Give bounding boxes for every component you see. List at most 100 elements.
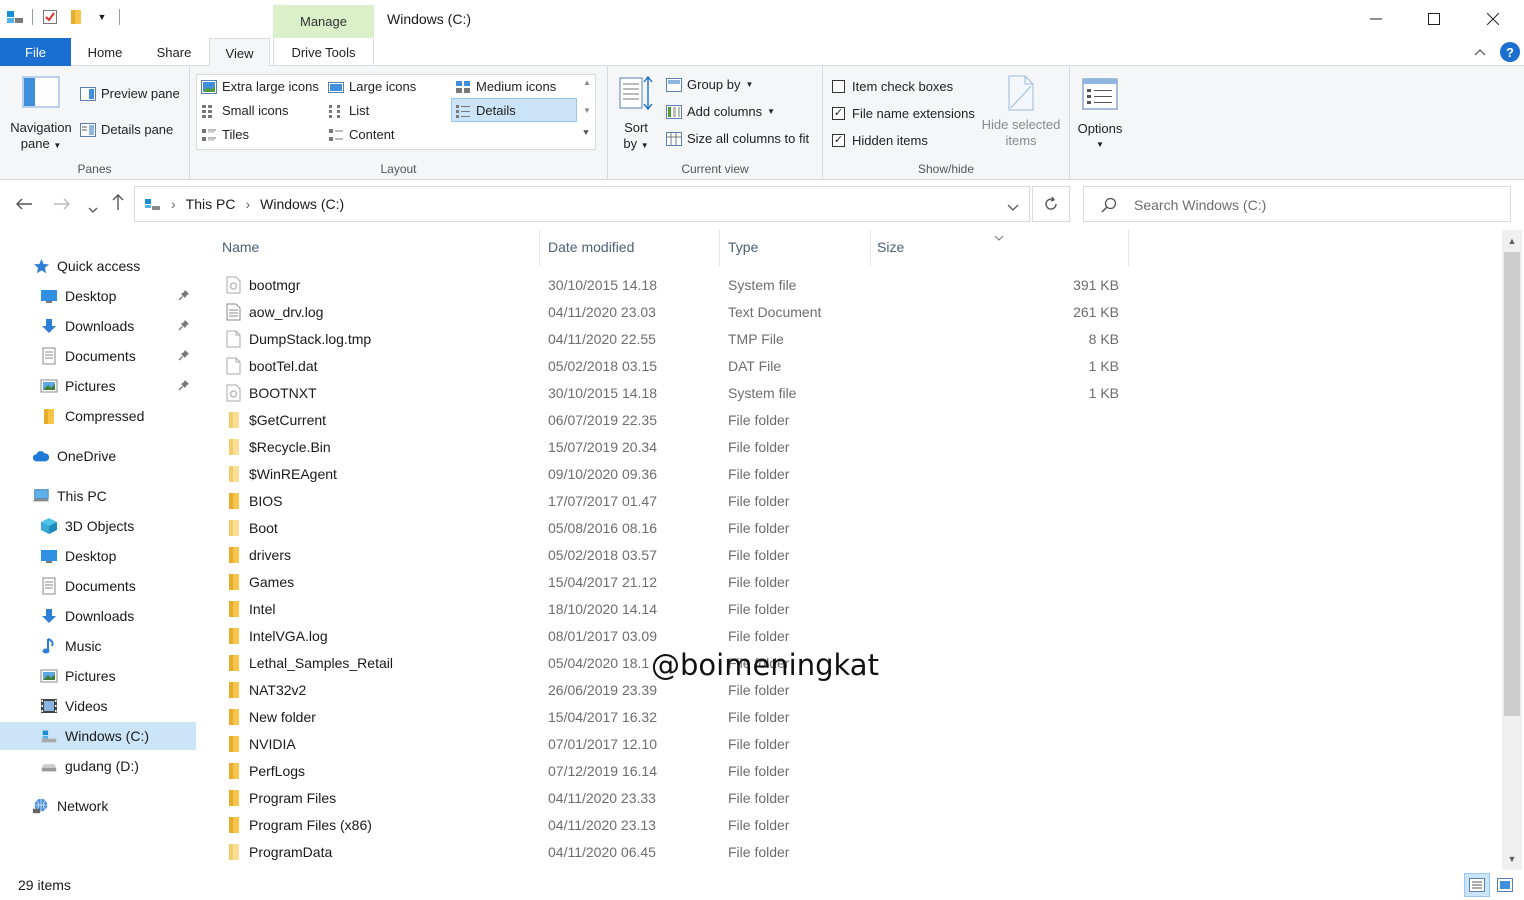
table-row[interactable]: Program Files 04/11/2020 23.33 File folder [222,785,1128,812]
layout-details[interactable]: Details [455,103,516,118]
table-row[interactable]: $WinREAgent 09/10/2020 09.36 File folder [222,461,1128,488]
size-all-columns-button[interactable]: Size all columns to fit [666,131,809,146]
column-header-type[interactable]: Type [728,239,758,259]
table-row[interactable]: drivers 05/02/2018 03.57 File folder [222,542,1128,569]
scroll-up-arrow-icon[interactable]: ▲ [1502,232,1522,250]
layout-small-icons[interactable]: Small icons [201,103,288,118]
customize-toolbar-chevron-icon[interactable]: ▼ [93,8,111,26]
details-view-button[interactable] [1464,873,1490,897]
table-row[interactable]: DumpStack.log.tmp 04/11/2020 22.55 TMP Fil… [222,326,1128,353]
sidebar-item-pictures[interactable]: Pictures [0,662,196,690]
column-divider[interactable] [719,230,720,266]
table-row[interactable]: aow_drv.log 04/11/2020 23.03 Text Document… [222,299,1128,326]
table-row[interactable]: BOOTNXT 30/10/2015 14.18 System file 1 KB [222,380,1128,407]
column-divider[interactable] [1128,230,1129,266]
layout-large-icons[interactable]: Large icons [328,79,416,94]
address-dropdown-button[interactable] [1007,200,1019,215]
up-button[interactable] [111,193,125,216]
column-divider[interactable] [870,230,871,266]
preview-pane-button[interactable]: Preview pane [80,86,180,101]
add-columns-button[interactable]: Add columns ▼ [666,104,775,119]
sidebar-item-downloads[interactable]: Downloads [0,312,196,340]
layout-tiles[interactable]: Tiles [201,127,249,142]
address-bar[interactable]: › This PC › Windows (C:) [134,186,1030,222]
sidebar-item-pictures[interactable]: Pictures [0,372,196,400]
tab-home[interactable]: Home [71,38,139,66]
table-row[interactable]: $Recycle.Bin 15/07/2019 20.34 File folder [222,434,1128,461]
group-by-button[interactable]: Group by ▼ [666,77,753,92]
collapse-ribbon-button[interactable] [1474,44,1486,59]
forward-button[interactable] [53,195,71,216]
sidebar-item-music[interactable]: Music [0,632,196,660]
breadcrumb-windows-c[interactable]: Windows (C:) [260,196,344,212]
table-row[interactable]: NVIDIA 07/01/2017 12.10 File folder [222,731,1128,758]
table-row[interactable]: Program Files (x86) 04/11/2020 23.13 File … [222,812,1128,839]
column-header-size[interactable]: Size [877,239,904,259]
layout-extra-large-icons[interactable]: Extra large icons [201,79,319,94]
new-folder-icon[interactable] [67,8,85,26]
tab-manage[interactable]: Manage [273,5,374,38]
back-button[interactable] [15,195,33,216]
column-header-name[interactable]: Name [222,239,259,259]
close-button[interactable] [1464,0,1522,38]
table-row[interactable]: IntelVGA.log 08/01/2017 03.09 File folder [222,623,1128,650]
sidebar-item-desktop[interactable]: Desktop [0,542,196,570]
table-row[interactable]: PerfLogs 07/12/2019 16.14 File folder [222,758,1128,785]
table-row[interactable]: Boot 05/08/2016 08.16 File folder [222,515,1128,542]
table-row[interactable]: bootmgr 30/10/2015 14.18 System file 391 KB [222,272,1128,299]
sidebar-item-quick-access[interactable]: Quick access [0,252,196,280]
file-name-extensions-checkbox[interactable]: ✓ [832,107,845,120]
layout-scroll-down-icon[interactable]: ▼ [583,106,591,115]
table-row[interactable]: bootTel.dat 05/02/2018 03.15 DAT File 1 KB [222,353,1128,380]
table-row[interactable]: ProgramData 04/11/2020 06.45 File folder [222,839,1128,866]
table-row[interactable]: $GetCurrent 06/07/2019 22.35 File folder [222,407,1128,434]
sidebar-item-onedrive[interactable]: OneDrive [0,442,196,470]
minimize-button[interactable] [1347,0,1405,38]
hide-selected-items-button[interactable]: Hide selected items [977,74,1065,149]
scrollbar-thumb[interactable] [1504,252,1520,716]
item-check-boxes-toggle[interactable]: Item check boxes [832,79,953,94]
help-button[interactable]: ? [1500,42,1520,62]
sidebar-item-windows-c[interactable]: Windows (C:) [0,722,196,750]
item-check-boxes-checkbox[interactable] [832,80,845,93]
file-name-extensions-toggle[interactable]: ✓ File name extensions [832,106,975,121]
column-header-date[interactable]: Date modified [548,239,634,259]
sort-by-button[interactable]: Sort by ▼ [616,74,656,154]
large-icons-view-button[interactable] [1492,873,1518,897]
layout-scroll-up-icon[interactable]: ▲ [583,78,591,87]
recent-locations-button[interactable] [88,198,98,219]
column-divider[interactable] [539,230,540,266]
navigation-pane-button[interactable]: Navigation pane ▼ [6,76,76,154]
layout-content[interactable]: Content [328,127,395,142]
sidebar-item-desktop[interactable]: Desktop [0,282,196,310]
sidebar-item-network[interactable]: Network [0,792,196,820]
sidebar-item-this-pc[interactable]: This PC [0,482,196,510]
tab-view[interactable]: View [209,38,270,67]
vertical-scrollbar[interactable]: ▲ ▼ [1502,230,1522,870]
sidebar-item-3d-objects[interactable]: 3D Objects [0,512,196,540]
layout-expand-icon[interactable]: ⯆ [582,128,590,139]
sidebar-item-downloads[interactable]: Downloads [0,602,196,630]
hidden-items-toggle[interactable]: ✓ Hidden items [832,133,928,148]
sidebar-item-documents[interactable]: Documents [0,342,196,370]
layout-medium-icons[interactable]: Medium icons [455,79,556,94]
tab-share[interactable]: Share [141,38,207,66]
refresh-button[interactable] [1032,186,1070,222]
properties-icon[interactable] [41,8,59,26]
breadcrumb-this-pc[interactable]: This PC [186,196,236,212]
tab-drive-tools[interactable]: Drive Tools [273,38,374,66]
scroll-down-arrow-icon[interactable]: ▼ [1502,850,1522,868]
drive-app-icon[interactable] [6,8,24,26]
sidebar-item-compressed[interactable]: Compressed [0,402,196,430]
search-input[interactable]: Search Windows (C:) [1083,186,1511,222]
sidebar-item-gudang-d[interactable]: gudang (D:) [0,752,196,780]
tab-file[interactable]: File [0,38,71,66]
maximize-button[interactable] [1405,0,1463,38]
layout-list[interactable]: List [328,103,369,118]
options-button[interactable]: Options ▼ [1073,78,1127,153]
sidebar-item-documents[interactable]: Documents [0,572,196,600]
table-row[interactable]: BIOS 17/07/2017 01.47 File folder [222,488,1128,515]
table-row[interactable]: Intel 18/10/2020 14.14 File folder [222,596,1128,623]
details-pane-button[interactable]: Details pane [80,122,173,137]
sidebar-item-videos[interactable]: Videos [0,692,196,720]
